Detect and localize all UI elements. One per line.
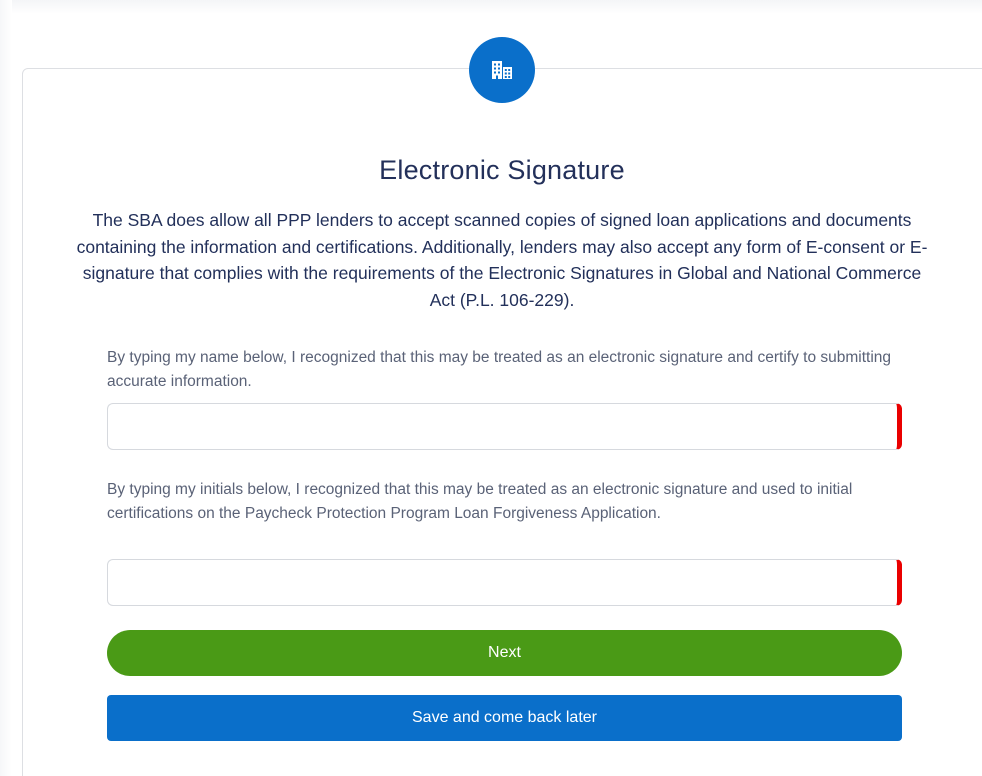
signature-initials-input[interactable]: [107, 559, 902, 606]
name-field-label: By typing my name below, I recognized th…: [107, 349, 892, 390]
page: Electronic Signature The SBA does allow …: [0, 0, 982, 776]
left-shadow: [0, 0, 12, 776]
building-icon: [492, 61, 512, 79]
signature-name-input[interactable]: [107, 403, 902, 450]
initials-field-label: By typing my initials below, I recognize…: [107, 481, 853, 522]
next-button[interactable]: Next: [107, 630, 902, 676]
intro-text: The SBA does allow all PPP lenders to ac…: [76, 210, 928, 310]
building-badge: [469, 37, 535, 103]
page-title: Electronic Signature: [379, 155, 625, 185]
top-shadow: [0, 0, 982, 14]
save-and-come-back-later-button[interactable]: Save and come back later: [107, 695, 902, 741]
